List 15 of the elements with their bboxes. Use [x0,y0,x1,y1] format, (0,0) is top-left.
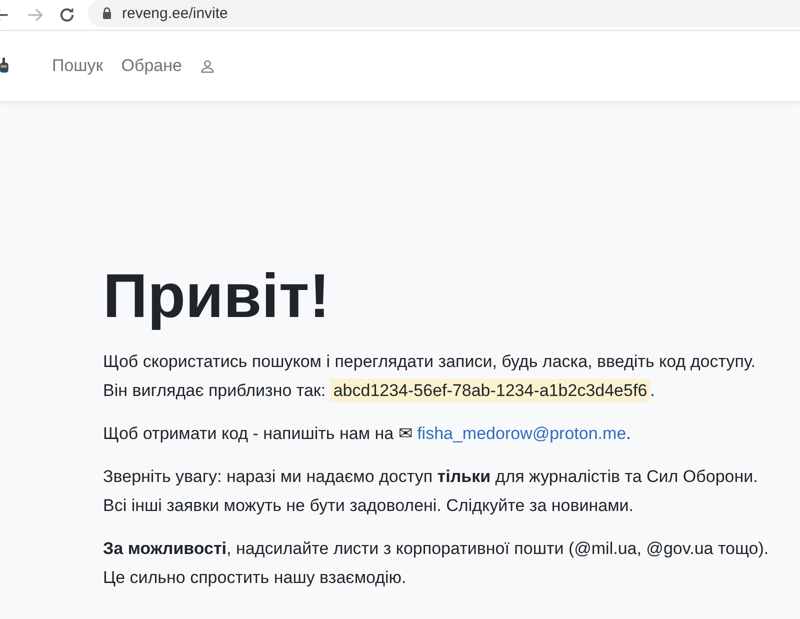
email-link[interactable]: fisha_medorow@proton.me [417,424,626,443]
paragraph: Зверніть увагу: наразі ми надаємо доступ тільки для журналістів та Сил Оборони. Всі інші заявки можуть не бути задоволені. Слідкуйте за новинами. [103,466,759,517]
page-heading: Привіт! [103,261,331,333]
url-text: reveng.ee/invite [122,4,228,22]
reload-icon[interactable] [58,6,76,24]
paragraph: Щоб отримати код - напишіть нам на ✉ fisha_medorow@proton.me. [103,423,632,445]
address-bar[interactable]: reveng.ee/invite [88,0,800,27]
access-code-example: abcd1234-56ef-78ab-1234-a1b2c3d4e5f6 [330,379,650,402]
paragraph: За можливості, надсилайте листи з корпоративної пошти (@mil.ua, @gov.ua тощо). Це сильно спростить нашу взаємодію. [103,538,770,589]
nav-link[interactable]: Обране [121,56,182,76]
user-icon[interactable] [200,58,215,74]
paragraph: Щоб скористатись пошуком і переглядати записи, будь ласка, введіть код доступу. Він виглядає приблизно так: abcd1234-56ef-78ab-1234-a1b2c3d4e5f6 . [103,351,756,404]
lock-icon [102,7,112,19]
nav-link[interactable]: Пошук [52,56,104,76]
envelope-icon: ✉ [398,424,412,443]
